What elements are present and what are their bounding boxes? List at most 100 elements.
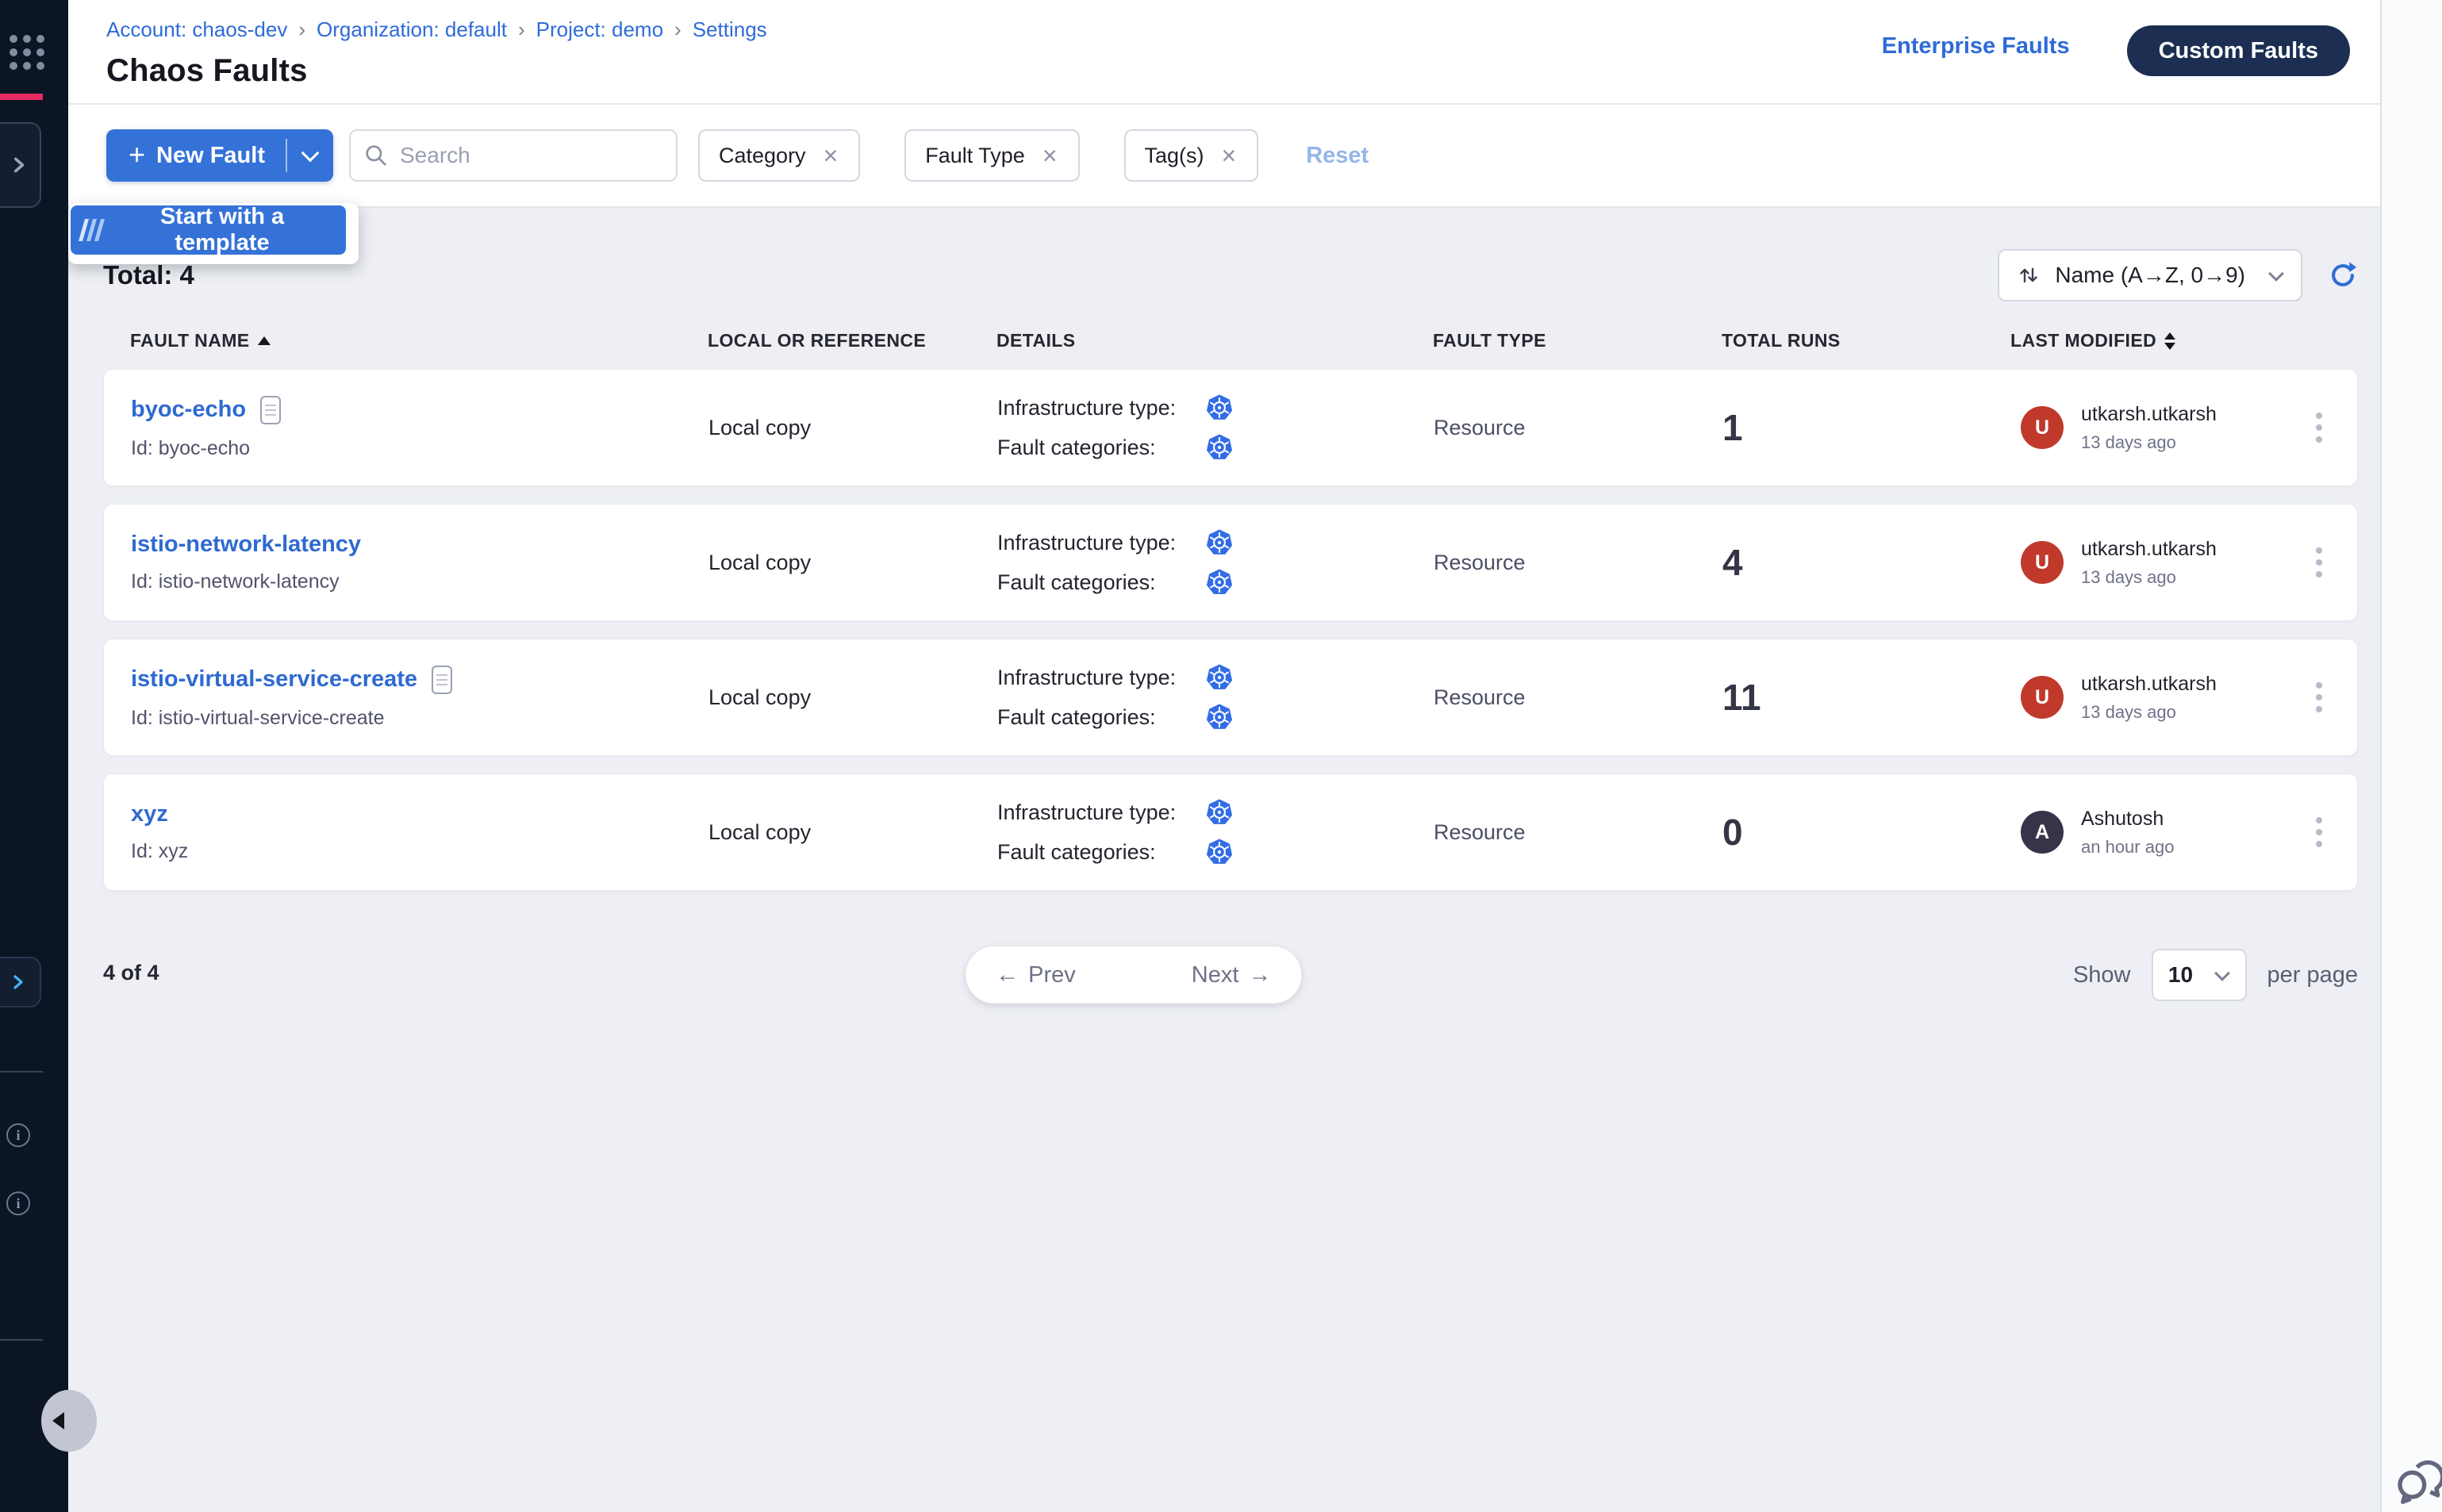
template-icon [82,219,102,241]
refresh-button[interactable] [2328,260,2358,290]
fault-name-link[interactable]: byoc-echo [131,397,246,423]
avatar: U [2021,406,2064,449]
modified-time: an hour ago [2081,837,2174,858]
copy-id-icon[interactable] [260,396,281,424]
modified-by-user: utkarsh.utkarsh [2081,403,2217,426]
modified-by-user: Ashutosh [2081,808,2174,831]
filter-chip-tags[interactable]: Tag(s) × [1124,129,1259,182]
filter-chips: Category × Fault Type × Tag(s) × [698,129,1258,182]
fault-row[interactable]: istio-virtual-service-create Id: istio-v… [103,639,2358,756]
app-root: i i Account: chaos-dev › Organization: d… [0,0,2442,1512]
avatar: A [2021,811,2064,854]
kubernetes-icon [1205,393,1234,422]
search-icon [363,143,389,168]
start-with-template-item[interactable]: Start with a template [71,205,346,255]
filter-chip-fault-type[interactable]: Fault Type × [904,129,1079,182]
breadcrumb-organization-link[interactable]: Organization: default [317,17,507,42]
column-last-modified[interactable]: LAST MODIFIED [2010,330,2282,351]
fault-id: Id: xyz [131,840,708,863]
modified-time: 13 days ago [2081,567,2217,588]
close-icon[interactable]: × [822,143,840,168]
sidebar-expand-button[interactable] [0,957,41,1007]
info-icon[interactable]: i [6,1123,30,1147]
breadcrumb-settings-link[interactable]: Settings [693,17,767,42]
next-page-button[interactable]: Next → [1165,946,1302,1004]
fault-id: Id: byoc-echo [131,437,708,460]
fault-row[interactable]: byoc-echo Id: byoc-echo Local copy Infra… [103,369,2358,486]
app-launcher-icon[interactable] [10,35,44,70]
chevron-down-icon [2214,965,2230,981]
pagination-summary: 4 of 4 [103,961,159,985]
fault-name-link[interactable]: xyz [131,801,168,827]
fault-row[interactable]: xyz Id: xyz Local copy Infrastructure ty… [103,773,2358,891]
per-page-select[interactable]: 10 [2152,949,2247,1001]
search-box [349,129,678,182]
copy-id-icon[interactable] [432,666,452,694]
new-fault-dropdown-toggle[interactable] [287,129,333,182]
total-runs-value: 0 [1722,811,2011,854]
local-or-reference-value: Local copy [708,820,997,845]
fault-row[interactable]: istio-network-latency Id: istio-network-… [103,504,2358,621]
details-cell: Infrastructure type: Fault categories: [997,528,1434,597]
fault-type-value: Resource [1434,685,1722,710]
fault-name-cell: byoc-echo Id: byoc-echo [131,396,708,460]
local-or-reference-value: Local copy [708,551,997,575]
chevron-down-icon [2268,266,2284,282]
prev-page-button[interactable]: ← Prev [966,946,1103,1004]
infrastructure-type-label: Infrastructure type: [997,531,1205,555]
close-icon[interactable]: × [1220,143,1238,168]
new-fault-button[interactable]: + New Fault [106,129,286,182]
pagination-row: 4 of 4 ← Prev 1 Next → Show 10 [103,946,2358,1004]
modified-time: 13 days ago [2081,432,2217,453]
kubernetes-icon [1205,663,1234,692]
custom-faults-button[interactable]: Custom Faults [2127,25,2350,76]
fault-name-link[interactable]: istio-virtual-service-create [131,666,417,693]
sort-arrows-icon [2017,263,2041,287]
modified-by-user: utkarsh.utkarsh [2081,673,2217,696]
show-label: Show [2073,962,2131,988]
fault-categories-label: Fault categories: [997,840,1205,865]
reset-filters-button[interactable]: Reset [1306,143,1369,169]
sidebar-collapse-handle[interactable] [41,1390,97,1452]
modified-time: 13 days ago [2081,702,2217,723]
toolbar: + New Fault Category × Fault Type [68,105,2380,208]
pager: ← Prev 1 Next → [966,946,1301,1004]
filter-chip-label: Tag(s) [1145,144,1204,168]
close-icon[interactable]: × [1041,143,1059,168]
sort-select[interactable]: Name (A→Z, 0→9) [1998,249,2302,301]
rail-divider [0,1339,43,1341]
per-page-label: per page [2267,962,2359,988]
nav-expand-button[interactable] [0,122,41,208]
arrow-right-icon: → [1248,962,1271,988]
table-header-row: FAULT NAME LOCAL OR REFERENCE DETAILS FA… [103,330,2358,351]
total-runs-value: 11 [1722,676,2011,719]
page-1-button[interactable]: 1 [1103,946,1165,1004]
new-fault-split-button: + New Fault [106,129,333,182]
row-menu-button[interactable] [2308,405,2330,451]
search-input[interactable] [349,129,678,182]
sort-label: Name (A→Z, 0→9) [2055,263,2245,288]
enterprise-faults-link[interactable]: Enterprise Faults [1882,33,2070,59]
kubernetes-icon [1205,703,1234,731]
filter-chip-category[interactable]: Category × [698,129,860,182]
header-actions: Enterprise Faults Custom Faults [1882,0,2350,103]
row-menu-button[interactable] [2308,674,2330,720]
help-info-icon[interactable]: i [6,1192,30,1215]
last-modified-cell: U utkarsh.utkarsh13 days ago [2011,538,2281,588]
kubernetes-icon [1205,838,1234,866]
per-page-control: Show 10 per page [2073,946,2358,1004]
breadcrumb-project-link[interactable]: Project: demo [536,17,663,42]
total-count: Total: 4 [103,260,194,290]
column-fault-type: FAULT TYPE [1433,330,1722,351]
row-menu-button[interactable] [2308,809,2330,855]
fault-name-link[interactable]: istio-network-latency [131,532,361,558]
chat-help-icon[interactable] [2390,1452,2442,1512]
arrow-left-icon: ← [996,962,1019,988]
row-menu-button[interactable] [2308,539,2330,585]
breadcrumb-separator: › [518,17,525,42]
modified-by-user: utkarsh.utkarsh [2081,538,2217,561]
details-cell: Infrastructure type: Fault categories: [997,393,1434,462]
breadcrumb-account-link[interactable]: Account: chaos-dev [106,17,287,42]
new-fault-label: New Fault [156,143,265,169]
column-fault-name[interactable]: FAULT NAME [130,330,708,351]
